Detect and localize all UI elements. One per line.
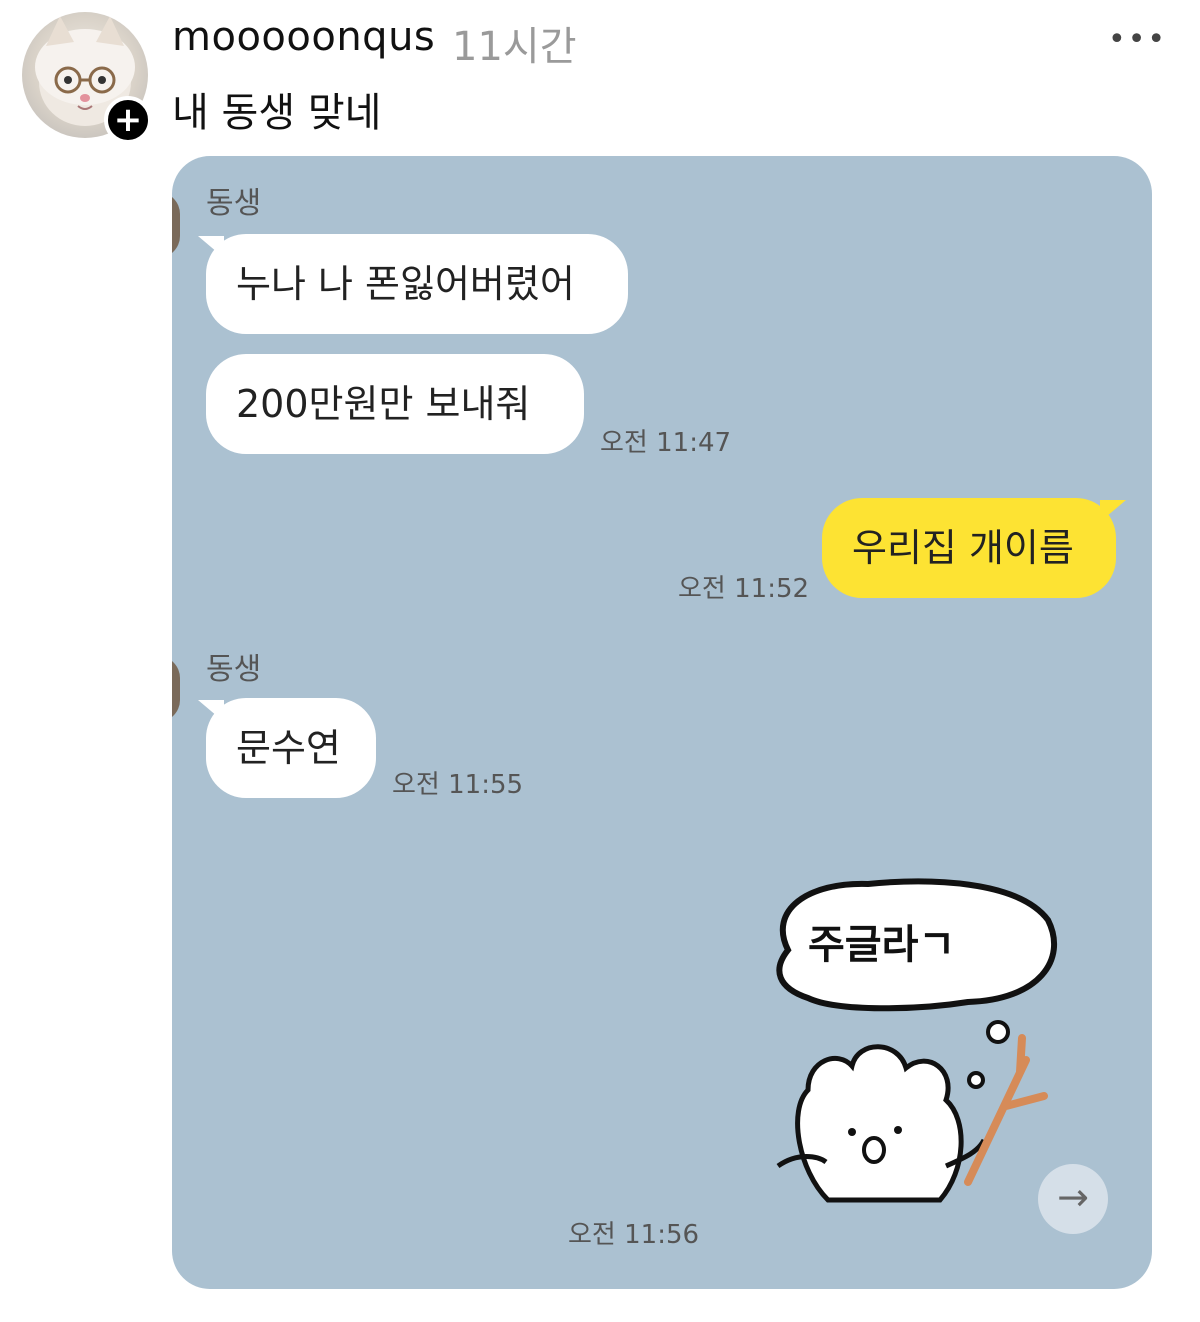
arrow-right-icon[interactable]: → bbox=[1038, 1164, 1108, 1234]
bunny-sticker: 주글라ㄱ bbox=[768, 870, 1068, 1220]
post-timestamp: 11시간 bbox=[452, 24, 577, 70]
message-time: 오전 11:55 bbox=[392, 770, 524, 800]
post-caption: 내 동생 맞네 bbox=[172, 90, 382, 136]
username[interactable]: mooooonqus bbox=[172, 14, 435, 60]
sender-avatar bbox=[172, 656, 180, 722]
profile-avatar-container[interactable]: + bbox=[22, 12, 152, 144]
message-time: 오전 11:52 bbox=[678, 574, 810, 604]
message-time: 오전 11:47 bbox=[600, 428, 732, 458]
message-time: 오전 11:56 bbox=[568, 1220, 700, 1250]
more-horizontal-icon[interactable]: ••• bbox=[1108, 22, 1167, 57]
sender-name: 동생 bbox=[206, 652, 262, 687]
chat-screenshot-image[interactable]: 동생 누나 나 폰잃어버렸어 200만원만 보내줘 오전 11:47 우리집 개… bbox=[172, 156, 1152, 1289]
chat-message-outgoing: 우리집 개이름 bbox=[822, 498, 1116, 598]
sticker-text: 주글라ㄱ bbox=[808, 922, 956, 968]
chat-message-incoming: 누나 나 폰잃어버렸어 bbox=[206, 234, 628, 334]
chat-message-incoming: 문수연 bbox=[206, 698, 376, 798]
sender-name: 동생 bbox=[206, 186, 262, 221]
sender-avatar bbox=[172, 192, 180, 258]
chat-message-incoming: 200만원만 보내줘 bbox=[206, 354, 584, 454]
plus-icon[interactable]: + bbox=[104, 96, 152, 144]
